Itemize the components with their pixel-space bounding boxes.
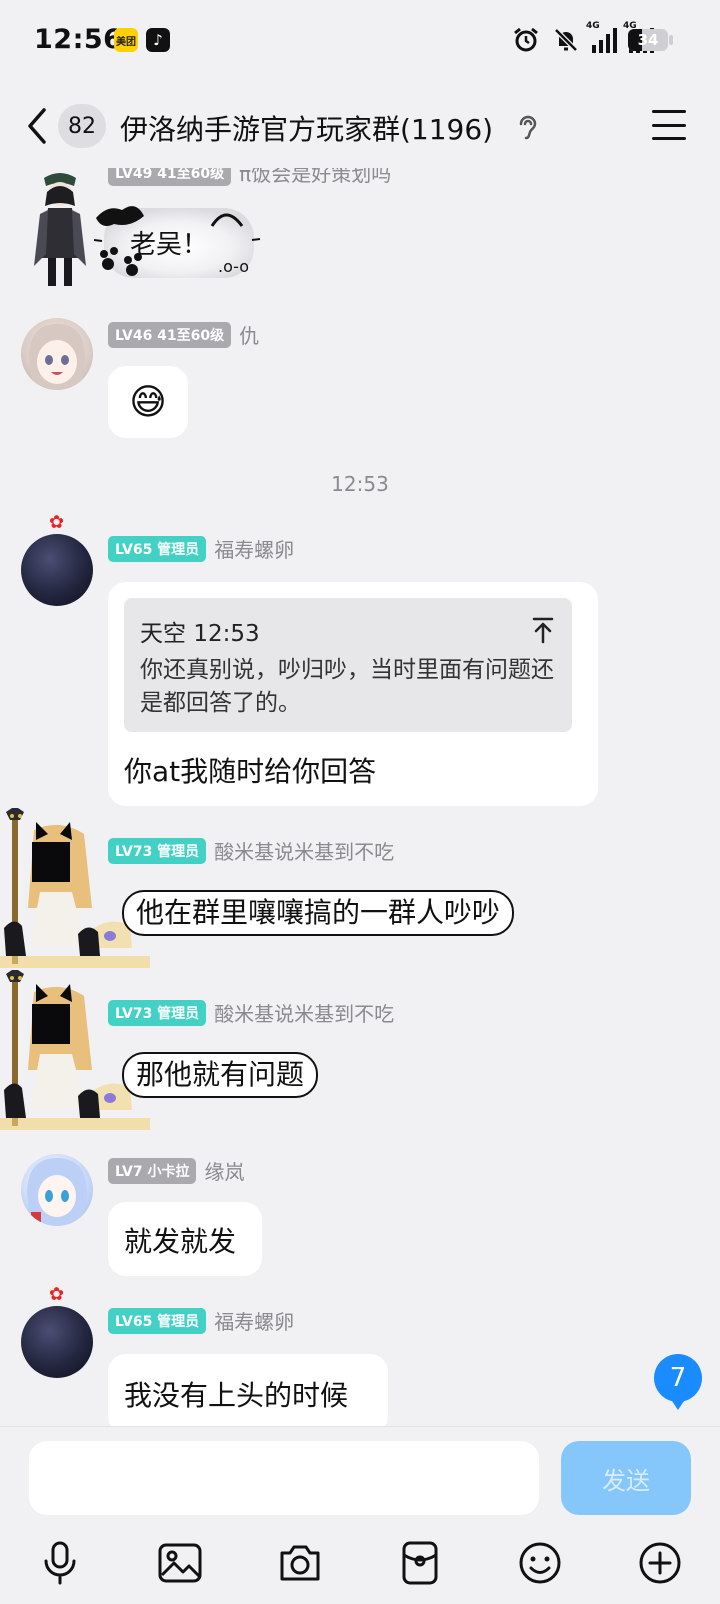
mute-bell-icon [552,26,580,54]
back-button[interactable] [22,104,52,148]
message-bubble[interactable]: 😅 [108,366,188,438]
avatar[interactable] [0,968,150,1130]
sticker-image[interactable]: .o-o 老吴！ [92,196,262,288]
network-type-label: 4G [586,21,600,31]
message-item: LV46 41至60级 仇 😅 [0,318,720,448]
message-item: LV73 管理员 酸米基说米基到不吃 那他就有问题 [0,968,720,1130]
message-text: 就发就发 [124,1225,237,1258]
nickname[interactable]: 仇 [239,320,259,349]
plus-icon[interactable] [636,1539,684,1587]
red-packet-icon[interactable] [396,1539,444,1587]
message-list[interactable]: LV49 41至60级 π饭会是好策划吗 .o-o 老吴！ LV46 41至60… [0,168,720,1426]
send-button[interactable]: 发送 [561,1441,691,1515]
nickname[interactable]: 福寿螺卵 [214,1306,294,1335]
message-item: LV49 41至60级 π饭会是好策划吗 .o-o 老吴！ [0,168,720,296]
message-item: ✿ LV65 管理员 福寿螺卵 天空 12:53 你还真别说，吵归吵，当时里面有… [0,514,720,810]
avatar[interactable] [21,318,93,390]
image-icon[interactable] [156,1539,204,1587]
battery-cap [669,35,673,45]
ear-icon[interactable] [516,112,540,142]
flower-icon: ✿ [49,512,65,533]
reply-text: 你还真别说，吵归吵，当时里面有问题还是都回答了的。 [140,657,554,716]
reply-time: 12:53 [193,621,260,647]
signal-icon: 4G [586,21,617,53]
reply-author: 天空 [140,621,186,647]
svg-text:.o-o: .o-o [218,257,249,276]
nickname[interactable]: 福寿螺卵 [214,534,294,563]
nickname[interactable]: π饭会是好策划吗 [239,168,391,187]
message-meta: LV46 41至60级 仇 [108,320,259,349]
input-toolbar [0,1533,720,1593]
chevron-left-icon [28,108,46,144]
avatar[interactable] [0,806,150,968]
admin-badge: LV73 管理员 [108,837,207,864]
message-item: LV7 小卡拉 缘岚 就发就发 [0,1154,720,1284]
emoji-content: 😅 [129,381,167,423]
admin-badge: LV65 管理员 [108,1307,207,1334]
meituan-app-icon: 美团 [114,28,138,52]
message-bubble[interactable]: 我没有上头的时候 [108,1354,388,1426]
message-meta: LV7 小卡拉 缘岚 [108,1156,244,1185]
unread-count-badge[interactable]: 82 [58,104,106,148]
message-meta: LV73 管理员 酸米基说米基到不吃 [108,836,394,865]
message-bubble[interactable]: 那他就有问题 [122,1052,319,1098]
message-text: 你at我随时给你回答 [124,755,377,788]
arrow-up-icon[interactable] [532,616,554,644]
nickname[interactable]: 酸米基说米基到不吃 [214,836,394,865]
message-meta: LV65 管理员 福寿螺卵 [108,1306,294,1335]
reply-header: 天空 12:53 [140,614,260,648]
microphone-icon[interactable] [36,1539,84,1587]
message-text: 我没有上头的时候 [124,1379,349,1412]
level-badge: LV49 41至60级 [108,168,232,186]
message-item: ✿ LV65 管理员 福寿螺卵 我没有上头的时候 [0,1286,720,1426]
battery-icon: 34 [628,29,668,51]
alarm-icon [512,26,540,54]
message-bubble[interactable]: 天空 12:53 你还真别说，吵归吵，当时里面有问题还是都回答了的。 你at我随… [108,582,598,806]
menu-icon[interactable] [652,110,686,140]
status-time: 12:56 [34,24,123,55]
avatar[interactable] [30,170,90,292]
flower-icon: ✿ [49,1284,65,1305]
nickname[interactable]: 缘岚 [204,1156,244,1185]
message-meta: LV65 管理员 福寿螺卵 [108,534,294,563]
admin-badge: LV65 管理员 [108,535,207,562]
group-title[interactable]: 伊洛纳手游官方玩家群(1196) [120,108,493,148]
avatar[interactable] [21,534,93,606]
battery-level: 34 [637,31,659,49]
level-badge: LV7 小卡拉 [108,1157,197,1184]
avatar[interactable] [21,1154,93,1226]
camera-icon[interactable] [276,1539,324,1587]
avatar[interactable] [21,1306,93,1378]
admin-badge: LV73 管理员 [108,999,207,1026]
nickname[interactable]: 酸米基说米基到不吃 [214,998,394,1027]
input-bar: 发送 [0,1426,720,1604]
message-meta: LV73 管理员 酸米基说米基到不吃 [108,998,394,1027]
sticker-text: 老吴！ [130,230,209,260]
status-bar: 12:56 美团 ♪ 4G 4G 34 [0,0,720,84]
chat-header: 82 伊洛纳手游官方玩家群(1196) [0,90,720,170]
level-badge: LV46 41至60级 [108,321,232,348]
time-separator: 12:53 [331,472,389,496]
message-input[interactable] [29,1441,539,1515]
message-meta: LV49 41至60级 π饭会是好策划吗 [108,168,391,187]
message-bubble[interactable]: 他在群里嚷嚷搞的一群人吵吵 [122,890,515,936]
emoji-icon[interactable] [516,1539,564,1587]
message-item: LV73 管理员 酸米基说米基到不吃 他在群里嚷嚷搞的一群人吵吵 [0,806,720,968]
tiktok-app-icon: ♪ [146,28,170,52]
message-bubble[interactable]: 就发就发 [108,1202,262,1276]
quoted-reply[interactable]: 天空 12:53 你还真别说，吵归吵，当时里面有问题还是都回答了的。 [124,598,572,732]
new-message-count-badge[interactable]: 7 [654,1354,702,1410]
